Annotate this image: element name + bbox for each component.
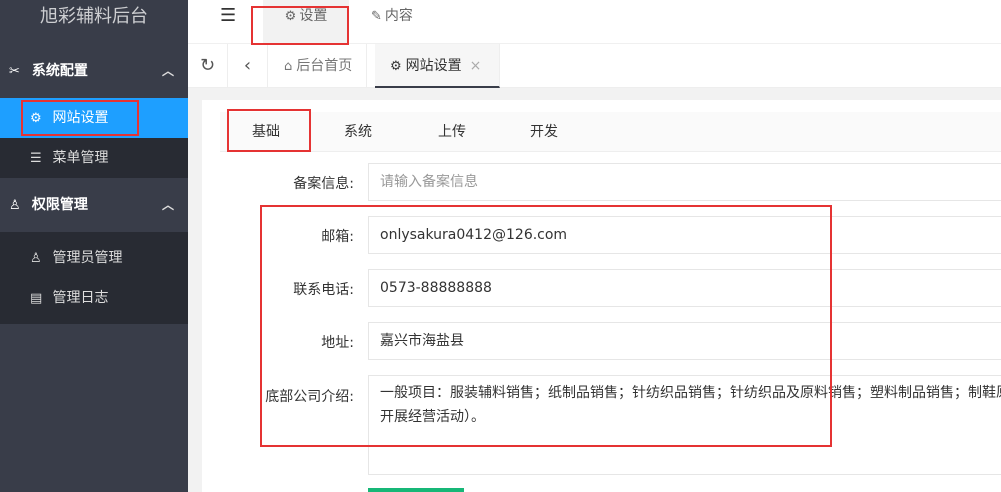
nav-children-system-config: ⚙ 网站设置 ☰ 菜单管理 bbox=[0, 98, 188, 178]
tab-dashboard[interactable]: ⌂ 后台首页 bbox=[270, 44, 368, 88]
tab-upload[interactable]: 上传 bbox=[438, 112, 466, 152]
gear-icon: ⚙ bbox=[390, 59, 402, 74]
email-value: onlysakura0412@126.com bbox=[380, 227, 568, 243]
sidebar-item-label: 管理日志 bbox=[52, 290, 109, 306]
icp-input[interactable] bbox=[380, 164, 1001, 200]
sidebar-item-label: 管理员管理 bbox=[52, 250, 123, 266]
nav-group-label: 权限管理 bbox=[31, 197, 88, 213]
icp-label: 备案信息: bbox=[293, 176, 354, 192]
close-icon[interactable]: × bbox=[470, 58, 482, 74]
user-icon: ♙ bbox=[30, 251, 42, 266]
sidebar-item-label: 菜单管理 bbox=[52, 150, 109, 166]
chevron-left-icon[interactable]: ‹ bbox=[228, 44, 268, 88]
chevron-up-icon: ︿ bbox=[161, 64, 174, 78]
nav-children-permissions: ♙ 管理员管理 ▤ 管理日志 bbox=[0, 232, 188, 324]
log-icon: ▤ bbox=[30, 291, 43, 306]
chevron-up-icon: ︿ bbox=[161, 198, 174, 212]
user-key-icon: ♙ bbox=[9, 198, 21, 213]
phone-value: 0573-88888888 bbox=[380, 280, 492, 296]
refresh-icon[interactable]: ↻ bbox=[188, 44, 228, 88]
nav-group-permissions: ♙ 权限管理 ︿ ♙ 管理员管理 ▤ 管理日志 bbox=[0, 178, 188, 324]
settings-panel: 基础 系统 上传 开发 备案信息: 邮箱: onlysakura0412@126… bbox=[202, 100, 1001, 492]
phone-label: 联系电话: bbox=[293, 282, 354, 298]
sidebar-item-admin-log[interactable]: ▤ 管理日志 bbox=[0, 278, 188, 318]
sidebar-toggle-icon[interactable]: ☰ bbox=[220, 5, 236, 26]
list-icon: ☰ bbox=[30, 151, 42, 166]
intro-text-line: 开展经营活动）。 bbox=[380, 409, 485, 425]
nav-group-header-permissions[interactable]: ♙ 权限管理 ︿ bbox=[0, 178, 188, 232]
tools-icon: ✂ bbox=[9, 64, 20, 79]
gear-icon: ⚙ bbox=[284, 9, 297, 24]
app-logo-title: 旭彩辅料后台 bbox=[0, 0, 188, 44]
address-value: 嘉兴市海盐县 bbox=[380, 333, 464, 349]
header-tab-label: 内容 bbox=[384, 8, 413, 24]
gear-icon: ⚙ bbox=[30, 111, 42, 126]
tab-label: 网站设置 bbox=[405, 58, 462, 74]
nav-group-system-config: ✂ 系统配置 ︿ ⚙ 网站设置 ☰ 菜单管理 bbox=[0, 44, 188, 178]
home-icon: ⌂ bbox=[284, 59, 293, 74]
intro-label: 底部公司介绍: bbox=[265, 389, 354, 405]
sidebar: 旭彩辅料后台 ✂ 系统配置 ︿ ⚙ 网站设置 ☰ 菜单管理 ♙ 权限管理 ︿ ♙ bbox=[0, 0, 188, 492]
top-header: ☰ ⚙ 设置 ✎ 内容 bbox=[188, 0, 1001, 44]
tab-label: 后台首页 bbox=[296, 58, 353, 74]
tab-site-settings[interactable]: ⚙ 网站设置 × bbox=[375, 44, 501, 88]
nav-group-label: 系统配置 bbox=[31, 63, 88, 79]
page-tabstrip: ↻ ‹ ⌂ 后台首页 ⚙ 网站设置 × bbox=[188, 44, 1001, 88]
intro-text-line: 一般项目：服装辅料销售；纸制品销售；针纺织品销售；针纺织品及原料销售；塑料制品销… bbox=[380, 385, 1001, 401]
email-label: 邮箱: bbox=[321, 229, 354, 245]
sidebar-item-label: 网站设置 bbox=[52, 110, 109, 126]
address-label: 地址: bbox=[321, 335, 354, 351]
sidebar-item-site-settings[interactable]: ⚙ 网站设置 bbox=[0, 98, 188, 138]
edit-icon: ✎ bbox=[371, 9, 382, 24]
icp-field bbox=[368, 163, 1001, 201]
submit-button[interactable] bbox=[368, 488, 464, 492]
tab-develop[interactable]: 开发 bbox=[530, 112, 558, 152]
header-tab-settings[interactable]: ⚙ 设置 bbox=[263, 0, 349, 44]
nav-group-header-system-config[interactable]: ✂ 系统配置 ︿ bbox=[0, 44, 188, 98]
header-tab-content[interactable]: ✎ 内容 bbox=[371, 0, 413, 44]
sidebar-item-admin-management[interactable]: ♙ 管理员管理 bbox=[0, 238, 188, 278]
sidebar-item-menu-management[interactable]: ☰ 菜单管理 bbox=[0, 138, 188, 178]
address-field[interactable]: 嘉兴市海盐县 bbox=[368, 322, 1001, 360]
header-tab-label: 设置 bbox=[299, 8, 328, 24]
tab-basic[interactable]: 基础 bbox=[252, 112, 280, 152]
intro-textarea[interactable]: 一般项目：服装辅料销售；纸制品销售；针纺织品销售；针纺织品及原料销售；塑料制品销… bbox=[368, 375, 1001, 475]
phone-field[interactable]: 0573-88888888 bbox=[368, 269, 1001, 307]
tab-system[interactable]: 系统 bbox=[344, 112, 372, 152]
email-field[interactable]: onlysakura0412@126.com bbox=[368, 216, 1001, 254]
settings-tabs: 基础 系统 上传 开发 bbox=[220, 112, 1001, 152]
